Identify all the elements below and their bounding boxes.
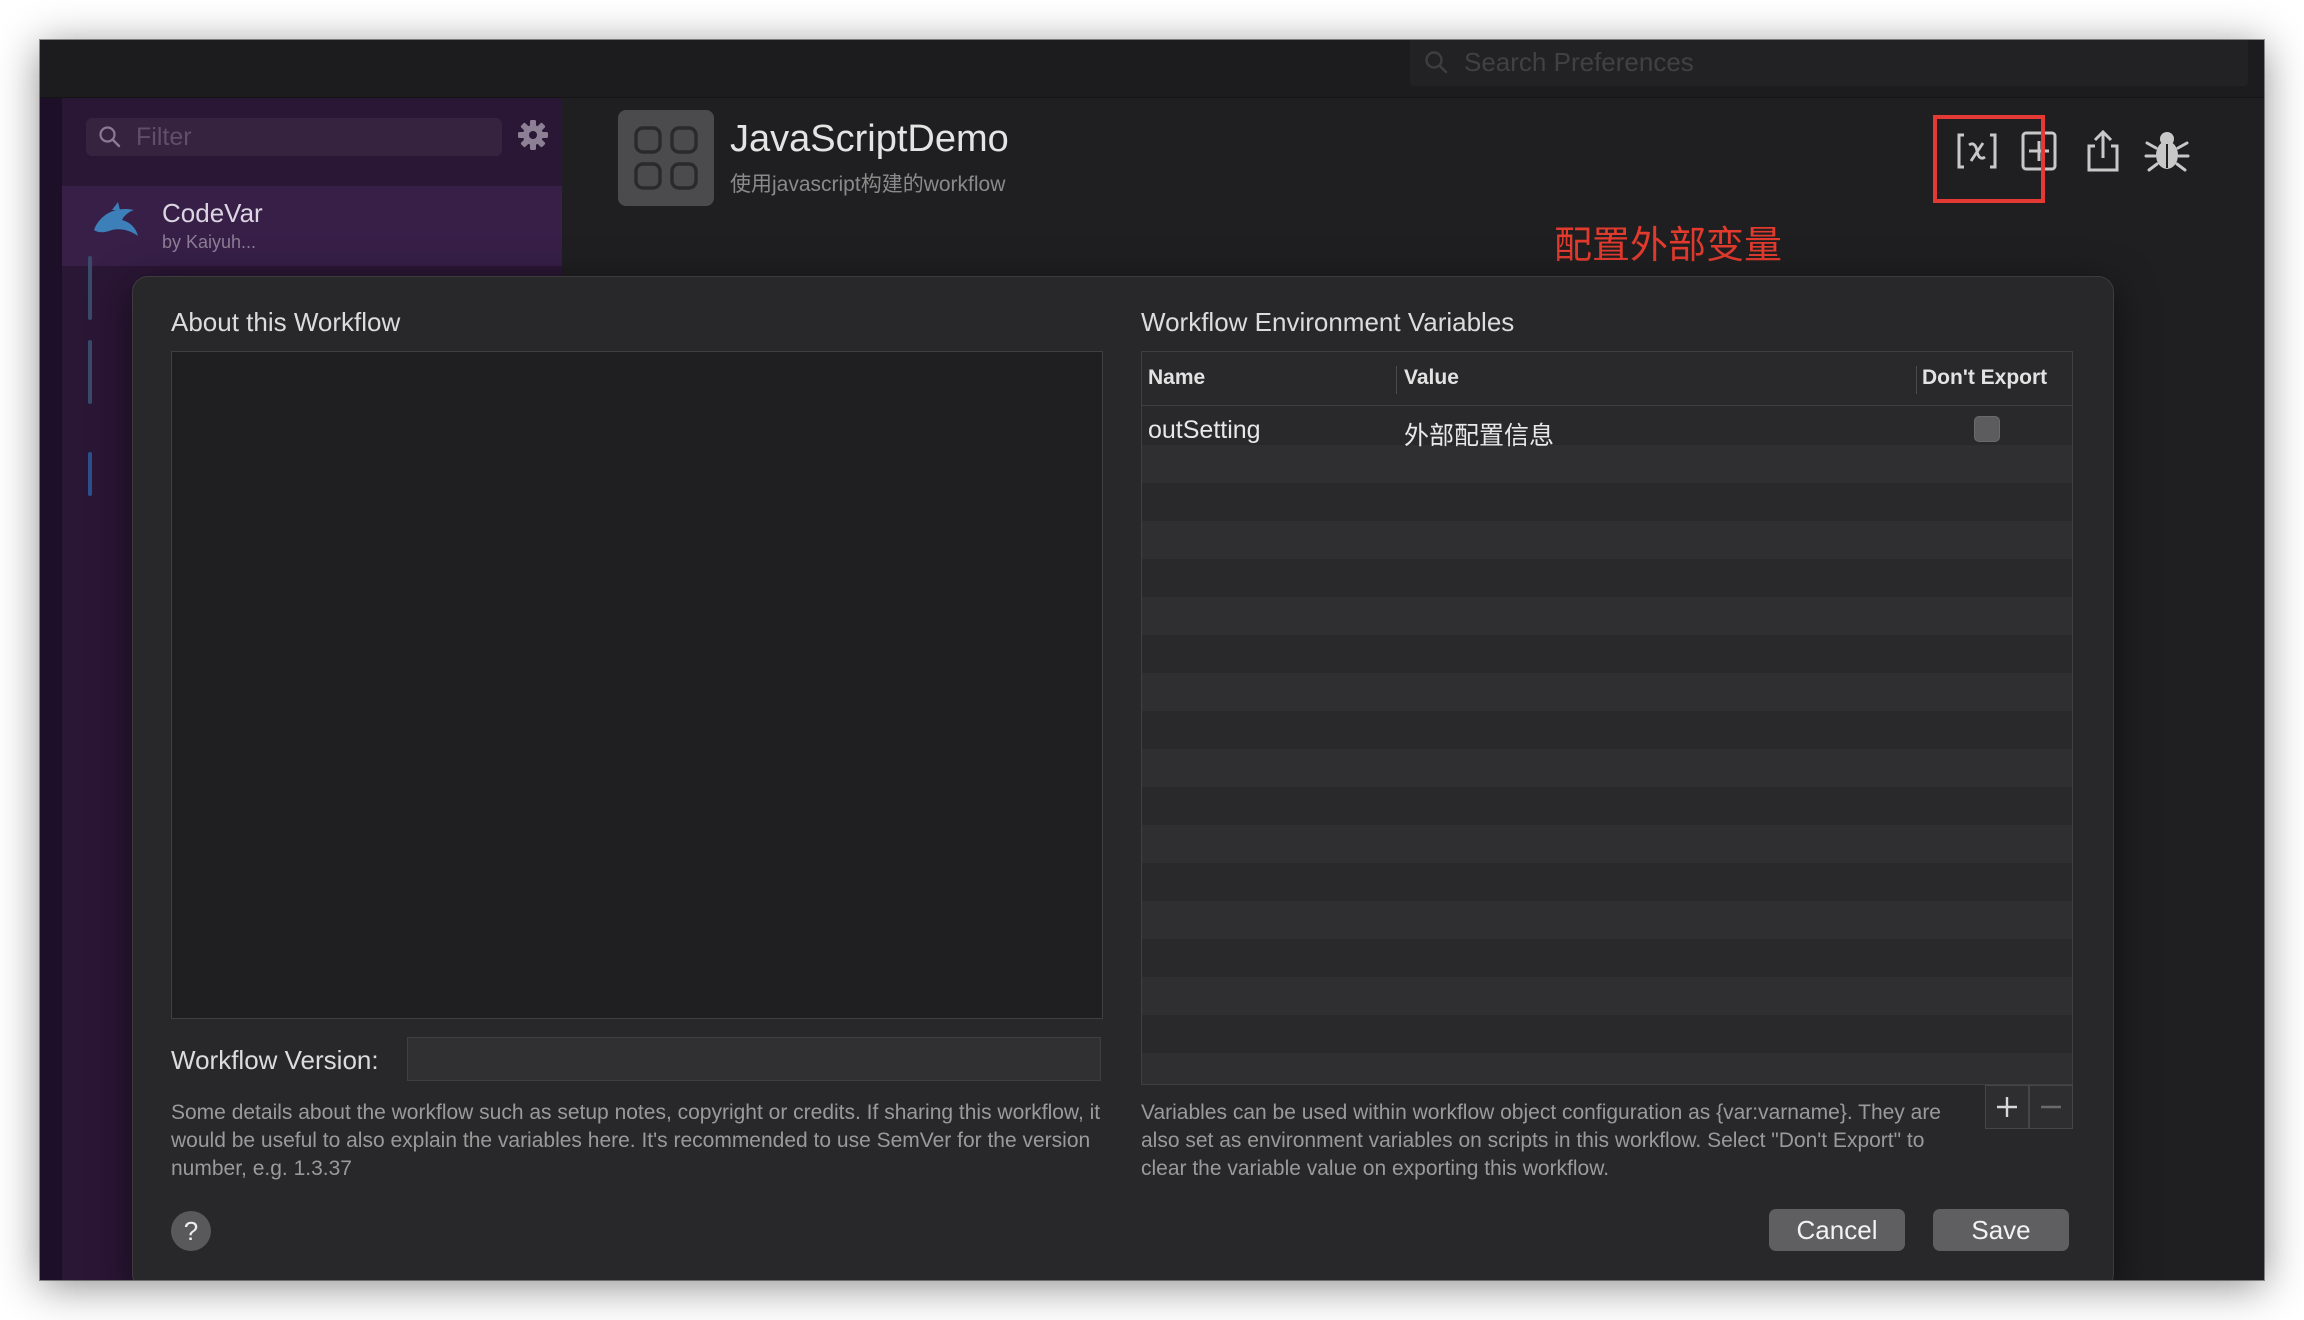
- table-row-stripe: [1142, 445, 2072, 483]
- table-row-stripe: [1142, 407, 2072, 445]
- version-label: Workflow Version:: [171, 1045, 379, 1075]
- table-row-stripe: [1142, 901, 2072, 939]
- variables-highlight-box: [1933, 115, 2045, 203]
- table-row-stripe: [1142, 635, 2072, 673]
- cancel-button[interactable]: Cancel: [1769, 1209, 1905, 1251]
- workflow-author: by Kaiyuh...: [162, 232, 257, 252]
- column-header-value[interactable]: Value: [1404, 366, 1459, 390]
- table-row-stripe: [1142, 749, 2072, 787]
- table-row-stripe: [1142, 939, 2072, 977]
- annotation-text: 配置外部变量: [1554, 223, 1783, 267]
- sidebar-indicator: [88, 340, 92, 404]
- table-row-stripe: [1142, 825, 2072, 863]
- search-placeholder: Search Preferences: [1464, 47, 1694, 77]
- filter-input[interactable]: Filter: [86, 118, 502, 156]
- table-row-stripe: [1142, 787, 2072, 825]
- filter-placeholder: Filter: [136, 123, 192, 151]
- env-vars-title: Workflow Environment Variables: [1141, 307, 1515, 337]
- table-row-stripe: [1142, 1053, 2072, 1084]
- workflow-placeholder-icon: [634, 126, 698, 190]
- minus-icon: [2041, 1105, 2061, 1109]
- gear-icon[interactable]: [516, 118, 550, 152]
- sidebar-item-codevar[interactable]: CodeVar by Kaiyuh...: [40, 186, 562, 266]
- workflow-logo[interactable]: [618, 110, 714, 206]
- debug-bug-icon: [2144, 132, 2190, 172]
- table-row-stripe: [1142, 711, 2072, 749]
- workflow-title: JavaScriptDemo: [730, 118, 1009, 160]
- dont-export-checkbox[interactable]: [1974, 416, 2000, 442]
- table-row-stripe: [1142, 597, 2072, 635]
- column-separator: [1396, 366, 1397, 394]
- help-button[interactable]: ?: [171, 1211, 211, 1251]
- env-vars-table: Name Value Don't Export outSetting 外部配置信…: [1141, 351, 2073, 1085]
- alfred-preferences-window: Search Preferences Filter CodeVar by Kai…: [40, 40, 2264, 1280]
- column-header-dont-export[interactable]: Don't Export: [1922, 366, 2047, 390]
- about-title: About this Workflow: [171, 307, 401, 337]
- plus-icon: [1997, 1097, 2017, 1117]
- sidebar-edge: [40, 98, 62, 1280]
- column-header-name[interactable]: Name: [1148, 366, 1205, 390]
- dolphin-icon: [94, 202, 138, 236]
- workflow-config-sheet: About this Workflow Workflow Version: So…: [132, 276, 2114, 1280]
- title-bar: Search Preferences: [40, 40, 2264, 98]
- variable-value[interactable]: 外部配置信息: [1404, 416, 1554, 452]
- sidebar-indicator: [88, 256, 92, 320]
- share-icon: [2087, 129, 2119, 172]
- add-variable-button[interactable]: [1985, 1085, 2029, 1129]
- variable-name[interactable]: outSetting: [1148, 416, 1261, 445]
- table-header: Name Value Don't Export: [1142, 352, 2072, 406]
- env-help-text: Variables can be used within workflow ob…: [1141, 1101, 1941, 1180]
- table-row-stripe: [1142, 863, 2072, 901]
- table-row-stripe: [1142, 673, 2072, 711]
- column-separator: [1916, 366, 1917, 394]
- table-row-stripe: [1142, 483, 2072, 521]
- table-row-stripe: [1142, 521, 2072, 559]
- search-icon: [99, 126, 121, 148]
- workflow-name: CodeVar: [162, 198, 263, 228]
- about-help-text: Some details about the workflow such as …: [171, 1101, 1101, 1180]
- version-input[interactable]: [407, 1037, 1101, 1081]
- workflow-description: 使用javascript构建的workflow: [730, 173, 1006, 196]
- table-row-stripe: [1142, 1015, 2072, 1053]
- search-icon: [1425, 51, 1448, 74]
- table-row-stripe: [1142, 977, 2072, 1015]
- share-button[interactable]: [2078, 126, 2128, 176]
- sidebar-indicator: [88, 452, 92, 496]
- remove-variable-button[interactable]: [2029, 1085, 2073, 1129]
- about-text-area[interactable]: [171, 351, 1103, 1019]
- debug-button[interactable]: [2142, 126, 2192, 176]
- save-button[interactable]: Save: [1933, 1209, 2069, 1251]
- search-preferences-field[interactable]: Search Preferences: [1410, 40, 2248, 86]
- table-row-stripe: [1142, 559, 2072, 597]
